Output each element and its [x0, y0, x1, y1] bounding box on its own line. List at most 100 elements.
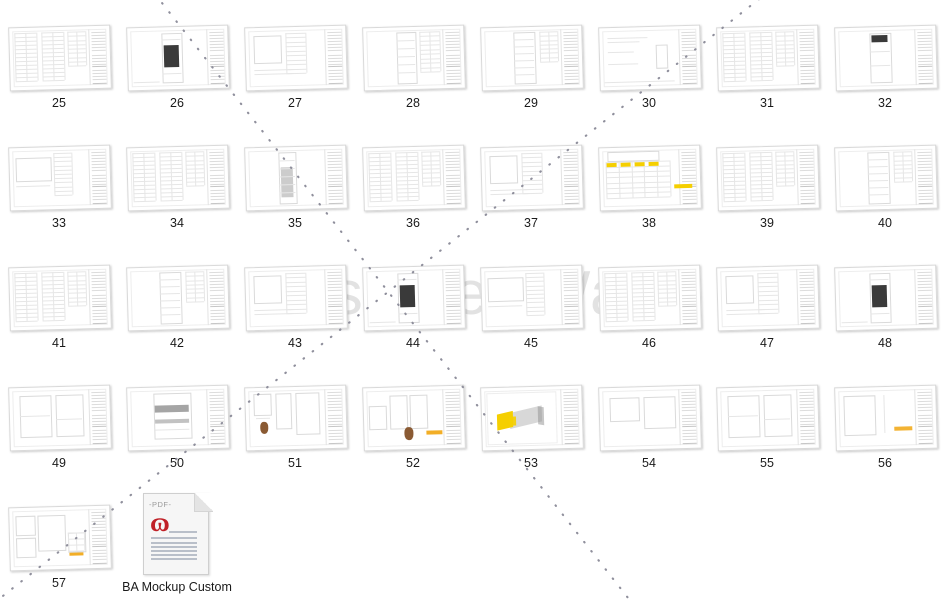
sheet-thumbnail[interactable]: [244, 144, 348, 212]
file-label: 34: [170, 216, 184, 230]
sheet-thumbnail[interactable]: [362, 144, 466, 212]
file-label: 25: [52, 96, 66, 110]
sheet-title-block: [88, 28, 108, 86]
sheet-thumbnail[interactable]: [480, 144, 584, 212]
sheet-thumbnail[interactable]: [834, 264, 938, 332]
sheet-thumbnail[interactable]: [716, 384, 820, 452]
file-item[interactable]: -PDF-ɷ BA Mockup Custom: [118, 484, 236, 604]
sheet-title-block: [324, 388, 344, 446]
file-item[interactable]: 51: [236, 364, 354, 484]
sheet-thumbnail[interactable]: [126, 264, 230, 332]
file-item[interactable]: 56: [826, 364, 944, 484]
sheet-thumbnail[interactable]: [8, 384, 112, 452]
sheet-thumbnail[interactable]: [8, 24, 112, 92]
sheet-title-block: [560, 268, 580, 326]
sheet-thumbnail[interactable]: [716, 24, 820, 92]
sheet-thumbnail[interactable]: [362, 264, 466, 332]
file-item[interactable]: 33: [0, 124, 118, 244]
file-item[interactable]: 54: [590, 364, 708, 484]
file-item[interactable]: 52: [354, 364, 472, 484]
sheet-thumbnail[interactable]: [362, 384, 466, 452]
sheet-thumbnail[interactable]: [480, 384, 584, 452]
file-item[interactable]: 32: [826, 4, 944, 124]
sheet-thumbnail[interactable]: [716, 264, 820, 332]
sheet-thumbnail[interactable]: [8, 264, 112, 332]
sheet-thumbnail[interactable]: [480, 264, 584, 332]
file-item[interactable]: 44: [354, 244, 472, 364]
file-item[interactable]: 53: [472, 364, 590, 484]
file-item[interactable]: 30: [590, 4, 708, 124]
file-item[interactable]: 34: [118, 124, 236, 244]
sheet-title-block: [796, 388, 816, 446]
sheet-title-block: [914, 148, 934, 206]
file-item[interactable]: 47: [708, 244, 826, 364]
file-label: 31: [760, 96, 774, 110]
file-label: 55: [760, 456, 774, 470]
file-label: 48: [878, 336, 892, 350]
file-item[interactable]: 38: [590, 124, 708, 244]
file-label: 44: [406, 336, 420, 350]
sheet-thumbnail[interactable]: [834, 144, 938, 212]
sheet-thumbnail[interactable]: [244, 384, 348, 452]
file-label: 38: [642, 216, 656, 230]
file-item[interactable]: 26: [118, 4, 236, 124]
sheet-thumbnail[interactable]: [362, 24, 466, 92]
file-item[interactable]: 42: [118, 244, 236, 364]
sheet-title-block: [324, 148, 344, 206]
sheet-thumbnail[interactable]: [244, 264, 348, 332]
file-label: 47: [760, 336, 774, 350]
file-item[interactable]: 55: [708, 364, 826, 484]
sheet-thumbnail[interactable]: [126, 384, 230, 452]
file-label: 36: [406, 216, 420, 230]
sheet-thumbnail[interactable]: [480, 24, 584, 92]
file-label: 40: [878, 216, 892, 230]
sheet-title-block: [88, 388, 108, 446]
file-item[interactable]: 57: [0, 484, 118, 604]
file-item[interactable]: 46: [590, 244, 708, 364]
file-item[interactable]: 40: [826, 124, 944, 244]
file-item[interactable]: 28: [354, 4, 472, 124]
file-item[interactable]: 25: [0, 4, 118, 124]
file-label: 27: [288, 96, 302, 110]
file-item[interactable]: 48: [826, 244, 944, 364]
sheet-thumbnail[interactable]: [8, 144, 112, 212]
sheet-title-block: [796, 268, 816, 326]
file-icon-grid[interactable]: 25 26 27 28 29 30 31 32 33 34 35 36 37 38 39 40 41 42 43 44…: [0, 0, 948, 603]
pdf-file-icon[interactable]: -PDF-ɷ: [143, 493, 213, 575]
file-item[interactable]: 41: [0, 244, 118, 364]
sheet-thumbnail[interactable]: [598, 264, 702, 332]
sheet-thumbnail[interactable]: [126, 24, 230, 92]
file-label: 46: [642, 336, 656, 350]
sheet-title-block: [678, 28, 698, 86]
sheet-title-block: [678, 268, 698, 326]
file-item[interactable]: 45: [472, 244, 590, 364]
sheet-title-block: [324, 28, 344, 86]
file-item[interactable]: 49: [0, 364, 118, 484]
file-label: 51: [288, 456, 302, 470]
sheet-thumbnail[interactable]: [244, 24, 348, 92]
file-item[interactable]: 36: [354, 124, 472, 244]
sheet-thumbnail[interactable]: [598, 24, 702, 92]
file-label: 57: [52, 576, 66, 590]
sheet-thumbnail[interactable]: [834, 24, 938, 92]
file-item[interactable]: 39: [708, 124, 826, 244]
file-item[interactable]: 37: [472, 124, 590, 244]
file-item[interactable]: 31: [708, 4, 826, 124]
sheet-thumbnail[interactable]: [126, 144, 230, 212]
file-item[interactable]: 35: [236, 124, 354, 244]
sheet-thumbnail[interactable]: [8, 504, 112, 572]
sheet-thumbnail[interactable]: [598, 144, 702, 212]
sheet-title-block: [442, 388, 462, 446]
sheet-title-block: [796, 148, 816, 206]
file-item[interactable]: 50: [118, 364, 236, 484]
file-item[interactable]: 29: [472, 4, 590, 124]
file-label: 42: [170, 336, 184, 350]
file-item[interactable]: 43: [236, 244, 354, 364]
sheet-thumbnail[interactable]: [716, 144, 820, 212]
sheet-thumbnail[interactable]: [598, 384, 702, 452]
sheet-title-block: [560, 388, 580, 446]
file-item[interactable]: 27: [236, 4, 354, 124]
sheet-title-block: [324, 268, 344, 326]
sheet-thumbnail[interactable]: [834, 384, 938, 452]
sheet-title-block: [206, 148, 226, 206]
